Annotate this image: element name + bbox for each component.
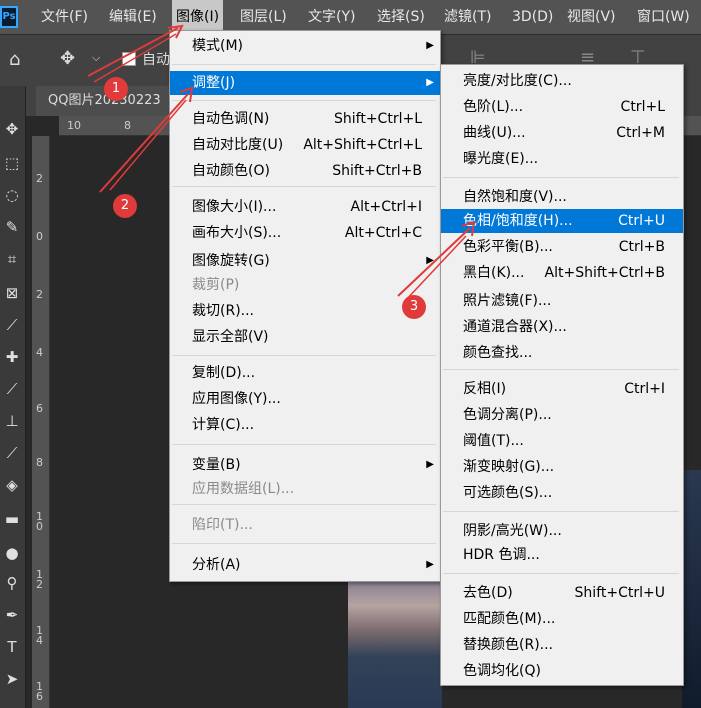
annotation-arrows (87, 24, 476, 303)
arrow-1-shadow (93, 33, 177, 83)
arrow-3-shadow (403, 235, 467, 303)
step-badge-3: 3 (402, 295, 426, 319)
step-badge-2: 2 (113, 194, 137, 218)
photoshop-window: Ps 文件(F) 编辑(E) 图像(I) 图层(L) 文字(Y) 选择(S) 滤… (0, 0, 701, 708)
arrow-2-shadow (109, 99, 187, 191)
arrow-2 (99, 86, 194, 193)
arrow-3 (397, 220, 476, 297)
arrow-1 (87, 24, 184, 77)
step-badge-1: 1 (104, 77, 128, 101)
